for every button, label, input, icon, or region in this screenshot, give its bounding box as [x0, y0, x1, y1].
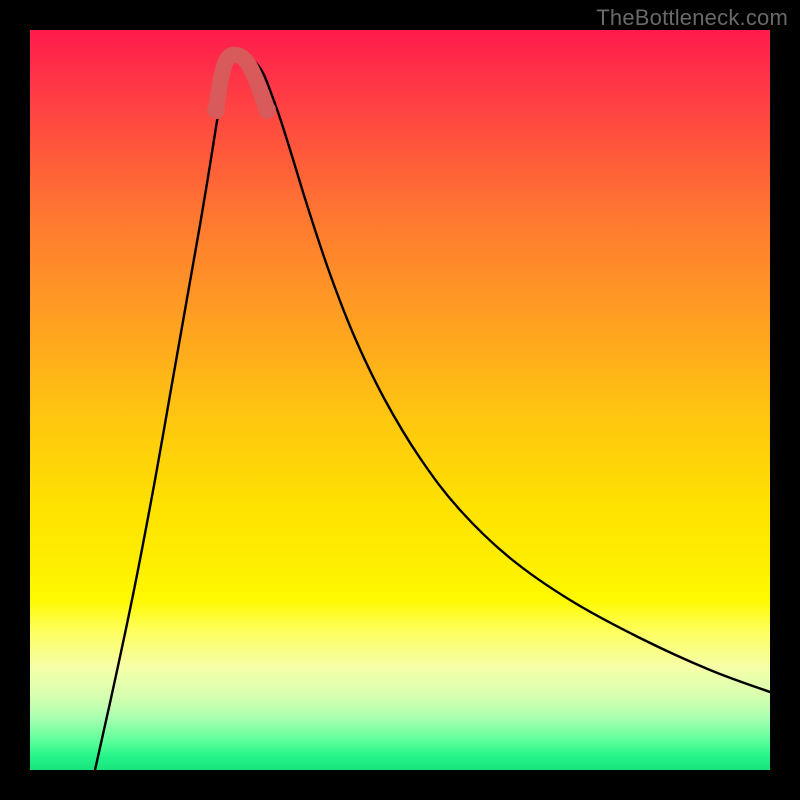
- highlight-segment: [216, 55, 267, 110]
- chart-svg: [30, 30, 770, 770]
- highlight-dot-right: [258, 101, 276, 119]
- bottleneck-curve: [95, 56, 770, 770]
- watermark-text: TheBottleneck.com: [596, 5, 788, 31]
- highlight-dot-left: [207, 101, 225, 119]
- chart-plot-area: [30, 30, 770, 770]
